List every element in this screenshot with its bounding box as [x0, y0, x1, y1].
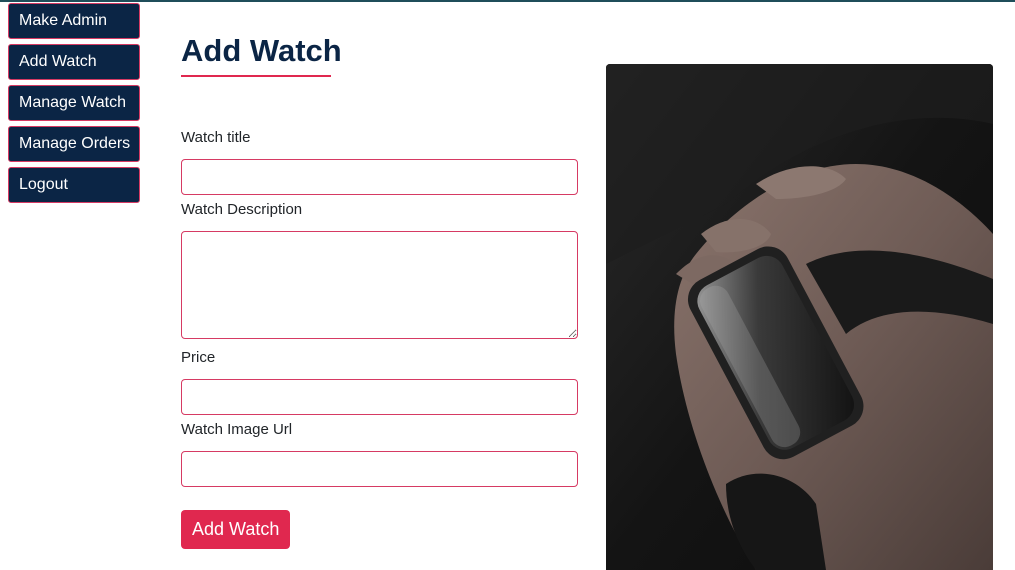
- sidebar-item-add-watch[interactable]: Add Watch: [8, 44, 140, 80]
- price-input[interactable]: [181, 379, 578, 415]
- watch-title-input[interactable]: [181, 159, 578, 195]
- add-watch-form: Watch title Watch Description Price Watc…: [181, 127, 578, 549]
- watch-description-label: Watch Description: [181, 201, 303, 218]
- main-content: Add Watch Watch title Watch Description …: [181, 30, 581, 549]
- top-border-line: [0, 0, 1015, 2]
- sidebar: Make Admin Add Watch Manage Watch Manage…: [8, 3, 140, 208]
- watch-photo: [606, 64, 993, 570]
- sidebar-item-make-admin[interactable]: Make Admin: [8, 3, 140, 39]
- watch-image-url-label: Watch Image Url: [181, 421, 293, 438]
- watch-title-label: Watch title: [181, 129, 251, 146]
- title-underline: [181, 75, 331, 77]
- watch-description-textarea[interactable]: [181, 231, 578, 339]
- watch-photo-illustration: [606, 64, 993, 570]
- sidebar-item-logout[interactable]: Logout: [8, 167, 140, 203]
- sidebar-item-manage-orders[interactable]: Manage Orders: [8, 126, 140, 162]
- sidebar-item-manage-watch[interactable]: Manage Watch: [8, 85, 140, 121]
- watch-image-url-input[interactable]: [181, 451, 578, 487]
- add-watch-button[interactable]: Add Watch: [181, 510, 291, 549]
- page-title: Add Watch: [181, 33, 342, 68]
- price-label: Price: [181, 349, 216, 366]
